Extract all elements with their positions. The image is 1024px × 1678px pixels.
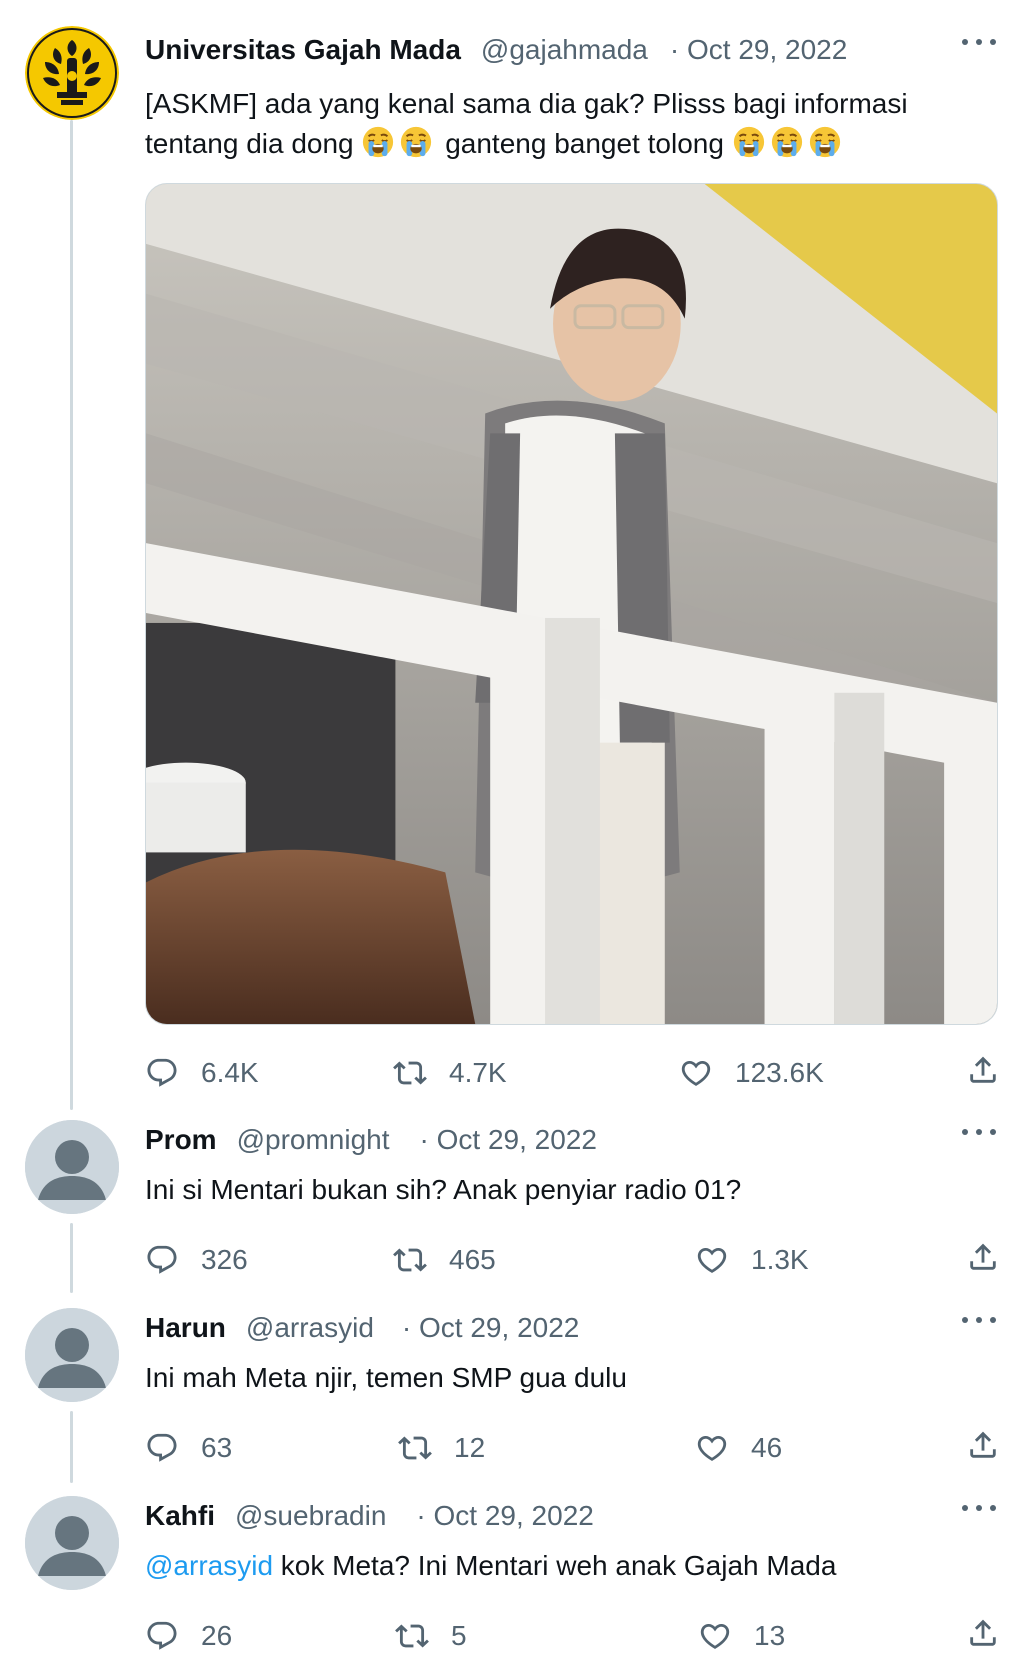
share-icon[interactable] — [966, 1240, 1000, 1274]
like-button[interactable]: 1.3K — [695, 1240, 809, 1280]
tweet-actions: 63 12 46 — [145, 1428, 1000, 1468]
retweet-button[interactable]: 5 — [395, 1616, 467, 1656]
reply-count: 63 — [201, 1432, 233, 1463]
mention-link[interactable]: @arrasyid — [145, 1550, 273, 1581]
heart-icon — [695, 1243, 729, 1277]
retweet-button[interactable]: 12 — [398, 1428, 485, 1468]
loudly-crying-face-emoji — [399, 125, 433, 159]
reply-button[interactable]: 6.4K — [145, 1053, 259, 1093]
loudly-crying-face-emoji — [732, 125, 766, 159]
author-handle[interactable]: @arrasyid — [246, 1312, 374, 1344]
more-dots-icon[interactable] — [962, 1498, 996, 1518]
author-handle[interactable]: @gajahmada — [481, 34, 648, 66]
default-user-avatar-icon[interactable] — [25, 1120, 119, 1214]
reply-button[interactable]: 326 — [145, 1240, 248, 1280]
tweet-date[interactable]: · Oct 29, 2022 — [402, 1312, 579, 1344]
tweet-text-line2b: ganteng banget tolong — [445, 128, 724, 159]
default-user-avatar-icon[interactable] — [25, 1308, 119, 1402]
share-icon[interactable] — [966, 1428, 1000, 1462]
reply-count: 326 — [201, 1244, 248, 1275]
retweet-icon — [393, 1243, 427, 1277]
author-name[interactable]: Kahfi — [145, 1500, 215, 1532]
tweet-date[interactable]: · Oct 29, 2022 — [670, 34, 847, 66]
author-handle[interactable]: @promnight — [237, 1124, 390, 1156]
like-count: 1.3K — [751, 1244, 809, 1275]
retweet-count: 465 — [449, 1244, 496, 1275]
reply-bubble-icon — [145, 1243, 179, 1277]
reply-tweet[interactable]: Prom @promnight · Oct 29, 2022 Ini si Me… — [0, 1110, 1024, 1290]
reply-bubble-icon — [145, 1056, 179, 1090]
tweet-actions: 326 465 1.3K — [145, 1240, 1000, 1280]
reply-tweet[interactable]: Harun @arrasyid · Oct 29, 2022 Ini mah M… — [0, 1298, 1024, 1478]
author-name[interactable]: Universitas Gajah Mada — [145, 34, 461, 66]
like-button[interactable]: 46 — [695, 1428, 782, 1468]
tweet-header: Universitas Gajah Mada @gajahmada · Oct … — [145, 30, 847, 70]
loudly-crying-face-emoji — [770, 125, 804, 159]
reply-tweet[interactable]: Kahfi @suebradin · Oct 29, 2022 @arrasyi… — [0, 1486, 1024, 1671]
tweet-text-line: [ASKMF] ada yang kenal sama dia gak? Pli… — [145, 84, 984, 124]
main-tweet[interactable]: Universitas Gajah Mada @gajahmada · Oct … — [0, 0, 1024, 1105]
tweet-header: Prom @promnight · Oct 29, 2022 — [145, 1120, 597, 1160]
reply-count: 6.4K — [201, 1057, 259, 1088]
reply-count: 26 — [201, 1620, 233, 1651]
tweet-text-line: tentang dia dong ganteng banget tolong — [145, 124, 984, 164]
photo-young-man-on-balcony[interactable] — [145, 183, 998, 1025]
more-dots-icon[interactable] — [962, 1122, 996, 1142]
like-count: 13 — [754, 1620, 786, 1651]
loudly-crying-face-emoji — [361, 125, 395, 159]
retweet-count: 5 — [451, 1620, 467, 1651]
share-icon[interactable] — [966, 1616, 1000, 1650]
retweet-button[interactable]: 4.7K — [393, 1053, 507, 1093]
tweet-text: Ini si Mentari bukan sih? Anak penyiar r… — [145, 1174, 742, 1205]
tweet-actions: 26 5 13 — [145, 1616, 1000, 1656]
retweet-count: 4.7K — [449, 1057, 507, 1088]
tweet-text: @arrasyid kok Meta? Ini Mentari weh anak… — [145, 1546, 984, 1586]
reply-button[interactable]: 26 — [145, 1616, 232, 1656]
tweet-date[interactable]: · Oct 29, 2022 — [420, 1124, 597, 1156]
more-dots-icon[interactable] — [962, 1310, 996, 1330]
author-handle[interactable]: @suebradin — [235, 1500, 386, 1532]
loudly-crying-face-emoji — [808, 125, 842, 159]
default-user-avatar-icon[interactable] — [25, 1496, 119, 1590]
university-seal-logo[interactable] — [25, 26, 119, 120]
tweet-text: Ini mah Meta njir, temen SMP gua dulu — [145, 1362, 627, 1393]
heart-icon — [695, 1431, 729, 1465]
reply-bubble-icon — [145, 1619, 179, 1653]
like-count: 46 — [751, 1432, 783, 1463]
tweet-text-body: kok Meta? Ini Mentari weh anak Gajah Mad… — [273, 1550, 837, 1581]
retweet-icon — [398, 1431, 432, 1465]
retweet-count: 12 — [454, 1432, 486, 1463]
author-name[interactable]: Prom — [145, 1124, 217, 1156]
like-button[interactable]: 13 — [698, 1616, 785, 1656]
tweet-text-line2a: tentang dia dong — [145, 128, 354, 159]
tweet-header: Harun @arrasyid · Oct 29, 2022 — [145, 1308, 579, 1348]
reply-bubble-icon — [145, 1431, 179, 1465]
tweet-date[interactable]: · Oct 29, 2022 — [416, 1500, 593, 1532]
like-button[interactable]: 123.6K — [679, 1053, 824, 1093]
heart-icon — [679, 1056, 713, 1090]
reply-button[interactable]: 63 — [145, 1428, 232, 1468]
tweet-actions: 6.4K 4.7K 123.6K — [145, 1053, 1000, 1093]
heart-icon — [698, 1619, 732, 1653]
tweet-header: Kahfi @suebradin · Oct 29, 2022 — [145, 1496, 594, 1536]
tweet-text: [ASKMF] ada yang kenal sama dia gak? Pli… — [145, 84, 984, 164]
more-dots-icon[interactable] — [962, 32, 996, 52]
retweet-icon — [395, 1619, 429, 1653]
tweet-text-line1: [ASKMF] ada yang kenal sama dia gak? Pli… — [145, 88, 908, 119]
share-icon[interactable] — [966, 1053, 1000, 1087]
retweet-button[interactable]: 465 — [393, 1240, 496, 1280]
author-name[interactable]: Harun — [145, 1312, 226, 1344]
like-count: 123.6K — [735, 1057, 824, 1088]
retweet-icon — [393, 1056, 427, 1090]
